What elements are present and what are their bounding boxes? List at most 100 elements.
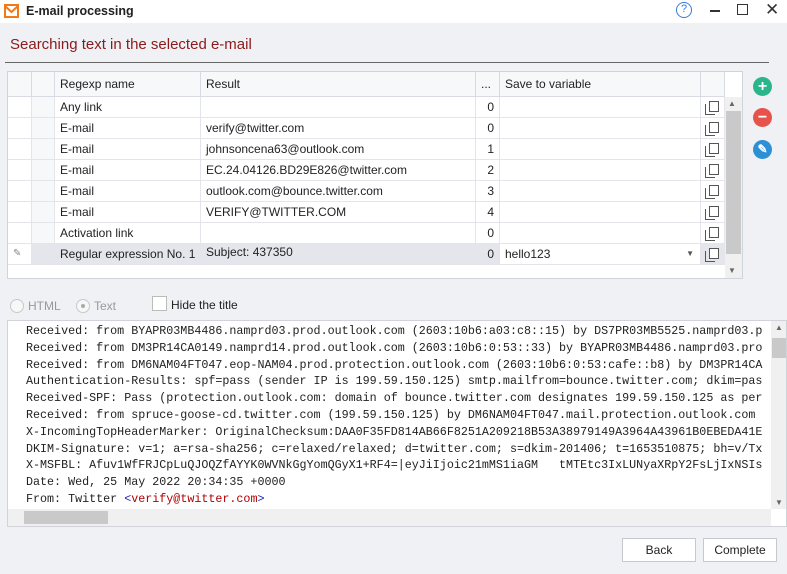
regexp-name-cell[interactable]: E-mail [55,160,201,181]
remove-button[interactable]: − [753,108,772,127]
copy-button[interactable] [701,223,725,244]
copy-icon [705,143,719,157]
minimize-icon[interactable] [710,10,720,12]
edit-pencil-icon: ✎ [8,244,32,265]
result-cell[interactable]: Subject: 437350 [201,244,476,265]
copy-button[interactable] [701,97,725,118]
scrollbar-thumb[interactable] [24,511,108,524]
regexp-name-cell[interactable]: Activation link [55,223,201,244]
title-bar: E-mail processing ? ✕ [0,0,787,23]
email-line: X-IncomingTopHeaderMarker: OriginalCheck… [26,424,763,439]
email-line: Received-SPF: Pass (protection.outlook.c… [26,391,763,406]
regexp-name-cell[interactable]: Regular expression No. 1 [55,244,201,265]
count-cell: 4 [476,202,500,223]
col-regexp-name[interactable]: Regexp name [55,72,201,97]
row-indicator [8,181,32,202]
regexp-name-cell[interactable]: E-mail [55,202,201,223]
result-cell[interactable] [201,223,476,244]
email-line: Received: from spruce-goose-cd.twitter.c… [26,407,756,422]
table-row[interactable]: E-mail outlook.com@bounce.twitter.com 3 [8,181,725,202]
row-indicator [8,160,32,181]
regexp-name-cell[interactable]: E-mail [55,139,201,160]
copy-button[interactable] [701,139,725,160]
count-cell: 0 [476,223,500,244]
copy-icon [705,122,719,136]
html-radio[interactable] [10,299,24,313]
email-address: verify@twitter.com [131,491,258,506]
count-cell: 0 [476,97,500,118]
save-to-variable-cell[interactable] [500,160,701,181]
copy-button[interactable] [701,118,725,139]
result-cell[interactable]: johnsoncena63@outlook.com [201,139,476,160]
regexp-name-cell[interactable]: E-mail [55,181,201,202]
result-cell[interactable]: EC.24.04126.BD29E826@twitter.com [201,160,476,181]
count-cell: 0 [476,244,500,265]
edit-button[interactable]: ✎ [753,140,772,159]
complete-button[interactable]: Complete [703,538,777,562]
table-row[interactable]: E-mail johnsoncena63@outlook.com 1 [8,139,725,160]
scrollbar-thumb[interactable] [726,111,741,254]
horizontal-scrollbar[interactable] [8,509,771,526]
row-indicator [8,97,32,118]
text-radio-label: Text [94,299,117,313]
save-to-variable-cell[interactable] [500,139,701,160]
row-indicator [8,139,32,160]
divider [5,62,769,63]
save-to-variable-cell[interactable] [500,181,701,202]
result-cell[interactable] [201,97,476,118]
table-row[interactable]: Activation link 0 [8,223,725,244]
email-line: Date: Wed, 25 May 2022 20:34:35 +0000 [26,475,286,490]
email-line: Authentication-Results: spf=pass (sender… [26,374,763,389]
copy-button[interactable] [701,160,725,181]
col-result[interactable]: Result [201,72,476,97]
copy-icon [705,227,719,241]
copy-icon [705,101,719,115]
copy-button[interactable] [701,244,725,265]
hide-title-checkbox[interactable] [152,296,167,311]
regexp-name-cell[interactable]: Any link [55,97,201,118]
row-indicator [8,223,32,244]
help-icon[interactable]: ? [676,2,692,18]
table-row[interactable]: E-mail verify@twitter.com 0 [8,118,725,139]
result-cell[interactable]: outlook.com@bounce.twitter.com [201,181,476,202]
table-row[interactable]: ✎ Regular expression No. 1 Subject: 4373… [8,244,725,265]
col-count[interactable]: ... [476,72,500,97]
envelope-icon [4,4,19,18]
close-icon[interactable]: ✕ [765,0,779,20]
email-line: Received: from DM3PR14CA0149.namprd14.pr… [26,340,763,355]
window-title: E-mail processing [26,4,134,18]
copy-button[interactable] [701,181,725,202]
copy-button[interactable] [701,202,725,223]
table-row[interactable]: E-mail EC.24.04126.BD29E826@twitter.com … [8,160,725,181]
back-button[interactable]: Back [622,538,696,562]
scrollbar-thumb[interactable] [772,338,786,358]
email-line: Received: from BYAPR03MB4486.namprd03.pr… [26,324,763,338]
save-to-variable-cell[interactable] [500,118,701,139]
result-cell[interactable]: VERIFY@TWITTER.COM [201,202,476,223]
dropdown-arrow-icon[interactable]: ▼ [686,244,694,264]
maximize-icon[interactable] [737,4,748,15]
vertical-scrollbar[interactable]: ▲ ▼ [771,321,786,509]
table-row[interactable]: E-mail VERIFY@TWITTER.COM 4 [8,202,725,223]
save-to-variable-cell[interactable] [500,97,701,118]
col-save-to-variable[interactable]: Save to variable [500,72,701,97]
table-header: Regexp name Result ... Save to variable [8,72,725,97]
result-cell[interactable]: verify@twitter.com [201,118,476,139]
save-to-variable-cell[interactable]: hello123 ▼ [500,244,701,265]
hide-title-label: Hide the title [171,298,238,312]
text-radio[interactable] [76,299,90,313]
copy-icon [705,185,719,199]
table-row[interactable]: Any link 0 [8,97,725,118]
email-text-view[interactable]: Received: from BYAPR03MB4486.namprd03.pr… [7,320,787,527]
copy-icon [705,206,719,220]
save-to-variable-cell[interactable] [500,202,701,223]
regexp-table: Regexp name Result ... Save to variable … [7,71,743,279]
add-button[interactable]: + [753,77,772,96]
html-radio-label: HTML [28,299,61,313]
copy-icon [705,164,719,178]
copy-icon [705,248,719,262]
table-scrollbar[interactable]: ▲ ▼ [725,97,742,278]
email-line: X-MSFBL: Afuv1WfFRJCpLuQJOQZfAYYK0WVNkGg… [26,458,763,473]
save-to-variable-cell[interactable] [500,223,701,244]
regexp-name-cell[interactable]: E-mail [55,118,201,139]
